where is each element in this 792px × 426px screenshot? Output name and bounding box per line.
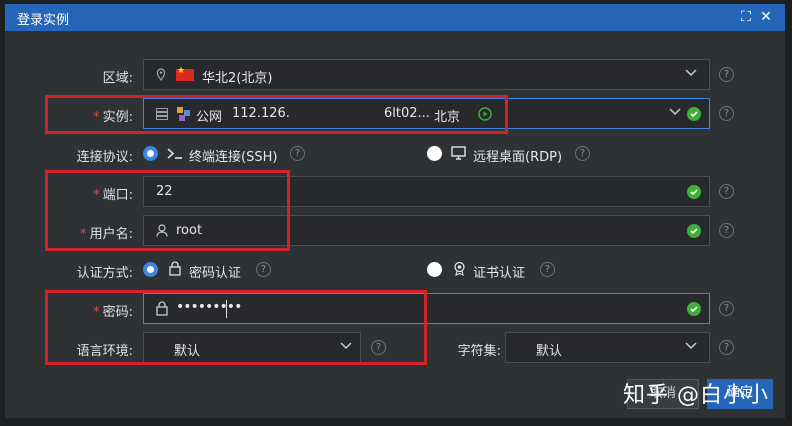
- rdp-radio[interactable]: [427, 146, 442, 161]
- ssh-radio[interactable]: [143, 146, 158, 161]
- rdp-option-label[interactable]: 远程桌面(RDP): [473, 146, 562, 165]
- monitor-icon: [451, 146, 466, 160]
- help-icon[interactable]: ?: [719, 67, 734, 82]
- charset-value: 默认: [536, 344, 563, 359]
- help-icon[interactable]: ?: [719, 184, 734, 199]
- help-icon[interactable]: ?: [719, 340, 734, 355]
- protocol-label: 连接协议:: [76, 150, 133, 165]
- window-controls: ⛶ ✕: [739, 8, 773, 26]
- auth-label: 认证方式:: [76, 266, 133, 281]
- chevron-down-icon: [685, 66, 697, 78]
- cert-auth-radio[interactable]: [427, 262, 442, 277]
- close-icon[interactable]: ✕: [759, 8, 773, 26]
- check-circle-icon: [687, 185, 701, 199]
- lock-icon: [169, 261, 181, 276]
- help-icon[interactable]: ?: [540, 262, 555, 277]
- annotation-box-password-locale: [45, 290, 427, 365]
- charset-select[interactable]: 默认: [505, 332, 710, 363]
- location-pin-icon: [156, 68, 166, 81]
- annotation-box-port-username: [45, 170, 290, 251]
- maximize-icon[interactable]: ⛶: [739, 8, 753, 26]
- china-flag-icon: [176, 66, 194, 81]
- dialog-title: 登录实例: [17, 13, 70, 28]
- ssh-option-label[interactable]: 终端连接(SSH): [189, 146, 277, 165]
- region-select[interactable]: 华北2(北京): [143, 59, 710, 90]
- check-circle-icon: [687, 107, 701, 121]
- password-auth-label[interactable]: 密码认证: [189, 262, 241, 281]
- password-auth-radio[interactable]: [143, 262, 158, 277]
- cert-auth-label[interactable]: 证书认证: [473, 262, 525, 281]
- help-icon[interactable]: ?: [290, 146, 305, 161]
- region-label: 区域:: [102, 71, 133, 86]
- help-icon[interactable]: ?: [719, 301, 734, 316]
- check-circle-icon: [687, 302, 701, 316]
- chevron-down-icon: [685, 339, 697, 351]
- terminal-icon: [167, 148, 182, 159]
- certificate-icon: [454, 261, 465, 276]
- check-circle-icon: [687, 224, 701, 238]
- chevron-down-icon: [669, 105, 681, 117]
- annotation-box-instance: [45, 95, 508, 134]
- login-instance-dialog: 区域: 华北2(北京) ? *实例: 公网 112.126. 6lt02... …: [5, 31, 785, 418]
- help-icon[interactable]: ?: [256, 262, 271, 277]
- charset-label: 字符集:: [457, 344, 501, 359]
- help-icon[interactable]: ?: [719, 106, 734, 121]
- help-icon[interactable]: ?: [575, 146, 590, 161]
- dialog-titlebar: 登录实例 ⛶ ✕: [5, 4, 785, 31]
- watermark-text: 知乎 @白小小: [623, 383, 769, 408]
- help-icon[interactable]: ?: [719, 223, 734, 238]
- region-value: 华北2(北京): [202, 71, 273, 86]
